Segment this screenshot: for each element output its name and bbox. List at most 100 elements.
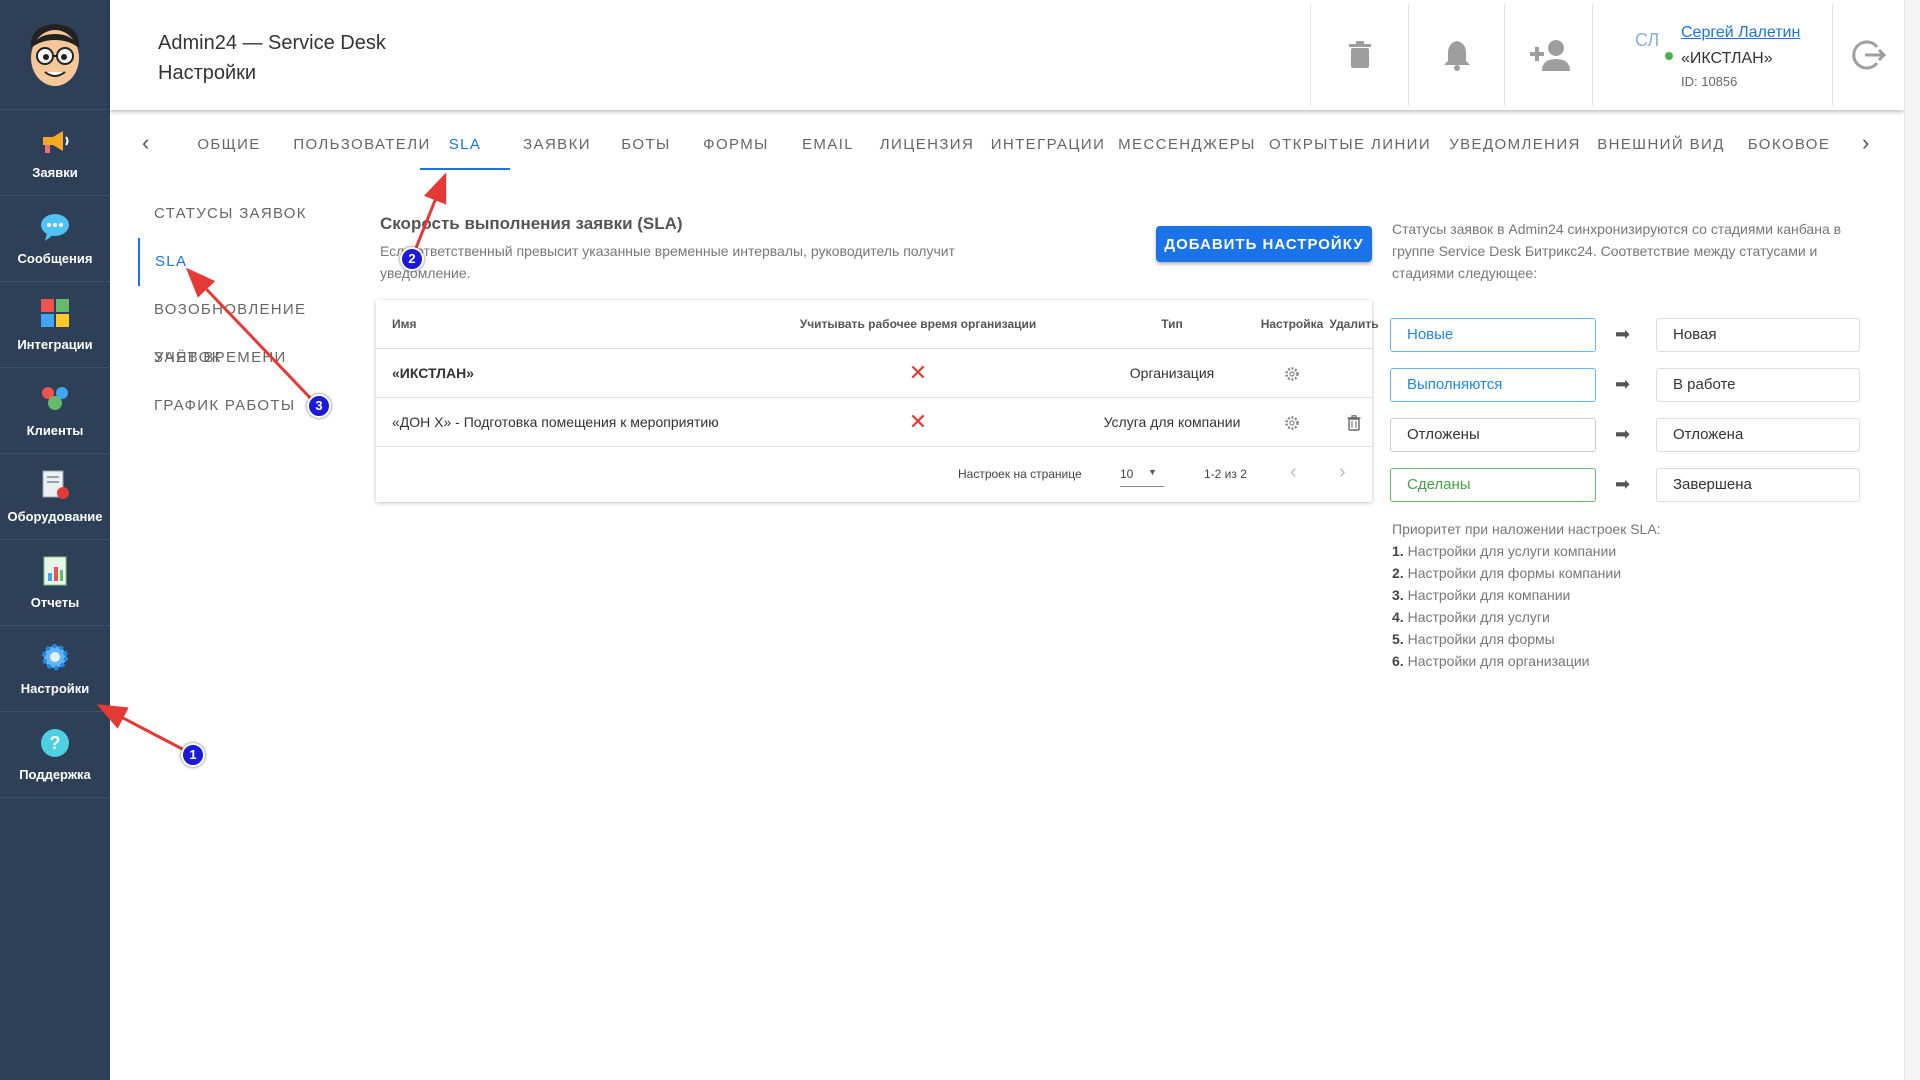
tab-sla[interactable]: SLA [420,122,510,170]
next-page-icon[interactable]: › [1339,461,1346,484]
app-logo[interactable] [0,0,110,110]
nav-item-integrations[interactable]: Интеграции [0,282,110,368]
nav-item-support[interactable]: ? Поддержка [0,712,110,798]
column-header-worktime: Учитывать рабочее время организации [799,317,1037,331]
row-type: Организация [1129,365,1215,381]
row-type: Услуга для компании [1103,414,1241,430]
annotation-badge-2: 2 [400,247,424,271]
tab-open-lines[interactable]: ОТКРЫТЫЕ ЛИНИИ [1260,122,1440,170]
tab-license[interactable]: ЛИЦЕНЗИЯ [872,122,982,170]
tab-bots[interactable]: БОТЫ [604,122,688,170]
stage-done: Завершена [1656,468,1860,502]
nav-item-equipment[interactable]: Оборудование [0,454,110,540]
annotation-arrow-1 [96,704,189,754]
mascot-logo-icon [30,23,80,86]
row-settings-button[interactable] [1240,349,1344,397]
column-header-type: Тип [1161,317,1183,331]
priority-item: 4. Настройки для услуги [1392,609,1550,625]
arrow-right-icon: ➡ [1615,424,1631,444]
user-organization: «ИКСТЛАН» [1681,50,1773,67]
puzzle-icon [39,297,71,329]
row-delete-button[interactable] [1322,398,1386,446]
tab-general[interactable]: ОБЩИЕ [180,122,278,170]
status-postponed: Отложены [1390,418,1596,452]
settings-tabs: ‹ ОБЩИЕ ПОЛЬЗОВАТЕЛИ SLA ЗАЯВКИ БОТЫ ФОР… [110,122,1890,172]
stage-postponed: Отложена [1656,418,1860,452]
help-icon: ? [39,727,71,759]
add-setting-button[interactable]: ДОБАВИТЬ НАСТРОЙКУ [1156,226,1372,262]
tab-email[interactable]: EMAIL [784,122,872,170]
column-header-name: Имя [392,317,417,331]
arrow-right-icon: ➡ [1615,324,1631,344]
tab-forms[interactable]: ФОРМЫ [688,122,784,170]
trash-button[interactable] [1310,4,1408,106]
add-user-button[interactable] [1504,4,1592,106]
sla-priority-list: Приоритет при наложении настроек SLA: 1.… [1392,518,1661,672]
status-done: Сделаны [1390,468,1596,502]
online-status-dot [1665,52,1673,60]
notifications-button[interactable] [1408,4,1504,106]
prev-page-icon[interactable]: ‹ [1290,461,1297,484]
column-header-delete: Удалить [1329,317,1379,331]
nav-item-label: Отчеты [30,595,80,610]
stage-new: Новая [1656,318,1860,352]
arrow-right-icon: ➡ [1615,374,1631,394]
user-profile: СЛ Сергей Лалетин «ИКСТЛАН» ID: 10856 [1592,4,1832,106]
people-icon [39,383,71,415]
tab-requests[interactable]: ЗАЯВКИ [510,122,604,170]
status-mapping-row: Сделаны ➡ Завершена [1390,468,1860,504]
worktime-off-icon: ✕ [908,409,928,434]
row-name: «ИКСТЛАН» [392,365,475,381]
app-name: Admin24 — Service Desk [158,32,386,54]
tab-messengers[interactable]: МЕССЕНДЖЕРЫ [1114,122,1260,170]
nav-item-reports[interactable]: Отчеты [0,540,110,626]
side-item-sla[interactable]: SLA [138,238,368,286]
sla-table: Имя Учитывать рабочее время организации … [376,300,1379,502]
table-row[interactable]: «ИКСТЛАН» ✕ Организация [376,348,1372,397]
side-item-statuses[interactable]: СТАТУСЫ ЗАЯВОК [138,190,368,238]
status-sync-info: Статусы заявок в Admin24 синхронизируютс… [1392,221,1842,281]
report-icon [39,555,71,587]
tab-integrations[interactable]: ИНТЕГРАЦИИ [982,122,1114,170]
worktime-off-icon: ✕ [908,360,928,385]
nav-item-label: Сообщения [17,251,93,266]
tabs-scroll-left-icon[interactable]: ‹ [142,130,149,156]
nav-item-clients[interactable]: Клиенты [0,368,110,454]
user-id: ID: 10856 [1681,74,1738,89]
nav-item-requests[interactable]: Заявки [0,110,110,196]
status-in-progress: Выполняются [1390,368,1596,402]
nav-item-messages[interactable]: Сообщения [0,196,110,282]
priority-title: Приоритет при наложении настроек SLA: [1392,521,1661,537]
equipment-icon [39,469,71,501]
side-item-time-tracking[interactable]: УЧЁТ ВРЕМЕНИ [138,334,368,382]
status-mapping-row: Новые ➡ Новая [1390,318,1860,354]
top-header: Admin24 — Service Desk Настройки СЛ Серг… [110,0,1904,110]
left-navigation: Заявки Сообщения Интеграции Клиенты Обор… [0,0,110,1080]
page-range: 1-2 из 2 [1204,467,1247,481]
user-name-link[interactable]: Сергей Лалетин [1681,24,1800,42]
tabs-scroll-right-icon[interactable]: › [1862,130,1869,156]
priority-item: 6. Настройки для организации [1392,653,1590,669]
status-mapping-row: Отложены ➡ Отложена [1390,418,1860,454]
bell-icon [1443,41,1470,71]
megaphone-icon [39,125,71,157]
nav-item-label: Интеграции [17,337,93,352]
avatar[interactable]: СЛ [1635,30,1665,60]
nav-item-label: Клиенты [26,423,84,438]
status-new: Новые [1390,318,1596,352]
logout-button[interactable] [1832,4,1904,106]
section-description: Если ответственный превысит указанные вр… [380,243,955,281]
svg-text:?: ? [50,733,61,753]
per-page-select[interactable]: 10 ▼ [1120,459,1164,487]
page-scrollbar[interactable] [1904,0,1920,1080]
table-row[interactable]: «ДОН Х» - Подготовка помещения к меропри… [376,397,1372,446]
tab-sidebar[interactable]: БОКОВОЕ [1732,122,1846,170]
chat-bubble-icon [39,211,71,243]
page-title: Настройки [158,62,257,84]
side-item-schedule[interactable]: ГРАФИК РАБОТЫ [138,382,368,430]
nav-item-settings[interactable]: Настройки [0,626,110,712]
side-item-reopen[interactable]: ВОЗОБНОВЛЕНИЕ ЗАЯВОК [138,286,368,366]
tab-notifications[interactable]: УВЕДОМЛЕНИЯ [1440,122,1590,170]
row-name: «ДОН Х» - Подготовка помещения к меропри… [392,414,719,430]
tab-appearance[interactable]: ВНЕШНИЙ ВИД [1590,122,1732,170]
